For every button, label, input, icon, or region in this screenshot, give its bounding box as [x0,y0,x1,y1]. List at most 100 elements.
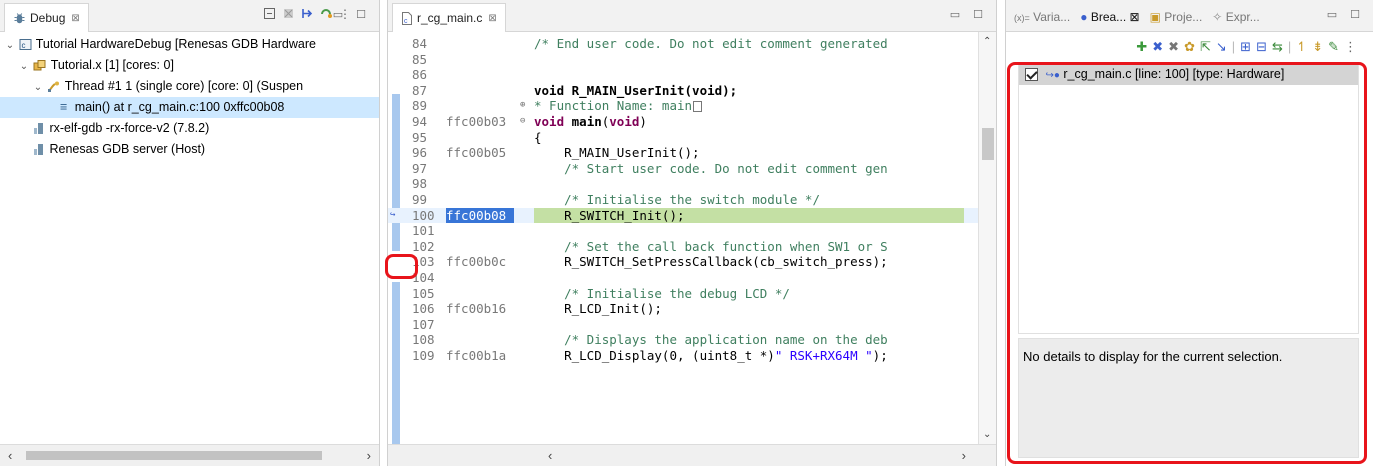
breakpoint-label: r_cg_main.c [line: 100] [type: Hardware] [1063,67,1285,81]
line-number: 99 [412,192,428,207]
variables-icon: (x)= [1014,13,1030,23]
code-line[interactable]: ⊕ 89 * Function Name: main [388,98,996,114]
remove-breakpoint-icon[interactable]: ✖ [1152,39,1163,55]
code-line[interactable]: 97 /* Start user code. Do not edit comme… [388,161,996,177]
line-number: 89 [412,98,428,114]
toolbar-separator: | [1287,39,1292,54]
code-line[interactable]: 107 [388,317,996,333]
horizontal-scrollbar[interactable]: ‹ › [388,444,996,466]
breakpoints-toolbar: ✚ ✖ ✖ ✿ ⇱ ↘ | ⊞ ⊟ ⇆ | ↿ ⇟ ✎ ⋮ [1136,39,1357,55]
vertical-scrollbar[interactable]: ⌃ ⌄ [978,32,996,444]
line-number: 106 [412,301,435,317]
window-controls[interactable]: ▭ ☐ [1327,8,1365,21]
tab-label: Brea... [1090,10,1127,24]
line-number: 103 [412,254,435,270]
tab-label: Varia... [1033,10,1071,24]
tree-item-label: rx-elf-gdb -rx-force-v2 (7.8.2) [49,121,210,135]
code-line[interactable]: 101 [388,223,996,239]
tree-item-process[interactable]: ⌄ Tutorial.x [1] [cores: 0] [0,55,379,76]
svg-text:c: c [22,41,26,50]
code-line[interactable]: 99 /* Initialise the switch module */ [388,192,996,208]
instruction-pointer-icon[interactable]: ↪ [390,208,395,224]
tree-item-launch[interactable]: ⌄ c Tutorial HardwareDebug [Renesas GDB … [0,34,379,55]
expressions-icon: ✧ [1212,10,1223,24]
tab-project[interactable]: ▣ Proje... [1150,10,1203,24]
code-area[interactable]: 84 /* End user code. Do not edit comment … [388,32,996,444]
scroll-up-icon[interactable]: ⌃ [983,36,991,47]
link-with-view-icon[interactable]: ⇆ [1272,39,1283,55]
line-number: 109 [412,348,435,363]
tab-r-cg-main[interactable]: c r_cg_main.c ⊠ [392,3,506,32]
tab-variables[interactable]: (x)= Varia... [1014,10,1070,24]
chevron-down-icon[interactable]: ⌄ [4,35,16,55]
line-number: 107 [412,316,435,332]
breakpoints-panel: (x)= Varia... ● Brea... ⊠ ▣ Proje... ✧ E… [1005,0,1373,466]
code-line[interactable]: 98 [388,176,996,192]
code-line[interactable]: 106 ffc00b16 R_LCD_Init(); [388,301,996,317]
tree-item-stack-frame[interactable]: ≡ main() at r_cg_main.c:100 0xffc00b08 [0,97,379,118]
goto-file-icon[interactable]: ⇱ [1200,39,1211,55]
code-line[interactable]: 87 void R_MAIN_UserInit(void); [388,83,996,99]
expand-fold-icon[interactable]: ⊕ [520,98,525,114]
line-source: void R_MAIN_UserInit(void); [534,82,738,98]
add-breakpoint-icon[interactable]: ✚ [1136,39,1147,55]
tree-item-label: Thread #1 1 (single core) [core: 0] (Sus… [64,79,304,93]
code-line[interactable]: 105 /* Initialise the debug LCD */ [388,286,996,302]
line-source: void main(void) [534,114,647,129]
code-line[interactable]: 85 [388,52,996,68]
connect-icon[interactable] [320,7,333,20]
tab-breakpoints[interactable]: ● Brea... ⊠ [1080,10,1139,24]
remove-all-icon[interactable]: ✖ [1168,39,1179,55]
remove-terminated-icon[interactable] [282,7,295,20]
scroll-right-icon[interactable]: › [962,448,966,463]
scroll-left-icon[interactable]: ‹ [548,448,552,463]
window-controls[interactable]: ▭ ☐ [950,8,988,21]
close-icon[interactable]: ⊠ [71,5,79,32]
code-line[interactable]: 103 ffc00b0c R_SWITCH_SetPressCallback(cb… [388,254,996,270]
chevron-down-icon[interactable]: ⌄ [18,56,30,76]
close-icon[interactable]: ⊠ [488,5,496,32]
add-function-breakpoint-icon[interactable]: ✎ [1328,39,1339,55]
show-supported-icon[interactable]: ✿ [1184,39,1195,55]
hardware-breakpoint-icon: ↪● [1045,70,1060,81]
collapse-all-icon[interactable]: ⊟ [1256,39,1267,55]
horizontal-scrollbar[interactable]: ‹ › [0,444,379,466]
code-line[interactable]: 108 /* Displays the application name on … [388,332,996,348]
tree-item-label: main() at r_cg_main.c:100 0xffc00b08 [74,100,285,114]
step-filters-icon[interactable] [301,7,314,20]
scroll-down-icon[interactable]: ⌄ [983,429,991,440]
bug-icon [14,12,25,23]
add-watchpoint-icon[interactable]: ⇟ [1312,39,1323,55]
breakpoints-list[interactable]: ↪● r_cg_main.c [line: 100] [type: Hardwa… [1018,62,1359,334]
view-menu-icon[interactable]: ⋮ [1344,39,1357,55]
code-line[interactable]: 96 ffc00b05 R_MAIN_UserInit(); [388,145,996,161]
tree-item-thread[interactable]: ⌄ Thread #1 1 (single core) [core: 0] (S… [0,76,379,97]
code-line[interactable]: 86 [388,67,996,83]
code-line[interactable]: ⊖ 94 ffc00b03 void main(void) [388,114,996,130]
code-line[interactable]: 109 ffc00b1a R_LCD_Display(0, (uint8_t *)… [388,348,996,364]
code-line[interactable]: 95 { [388,130,996,146]
window-controls[interactable]: ▭ ☐ [333,8,371,21]
code-line[interactable]: 84 /* End user code. Do not edit comment … [388,36,996,52]
breakpoint-row[interactable]: ↪● r_cg_main.c [line: 100] [type: Hardwa… [1019,63,1358,85]
scroll-left-icon[interactable]: ‹ [8,448,12,463]
tree-item-server[interactable]: Renesas GDB server (Host) [0,139,379,160]
collapse-all-icon[interactable] [263,7,276,20]
close-icon[interactable]: ⊠ [1130,10,1140,24]
add-event-breakpoint-icon[interactable]: ↿ [1296,39,1307,55]
code-line[interactable]: 104 [388,270,996,286]
expand-all-icon[interactable]: ⊞ [1240,39,1251,55]
tree-item-gdb[interactable]: rx-elf-gdb -rx-force-v2 (7.8.2) [0,118,379,139]
line-number: 105 [412,285,435,301]
code-line[interactable]: 102 /* Set the call back function when S… [388,239,996,255]
scroll-right-icon[interactable]: › [367,448,371,463]
line-address: ffc00b16 [446,301,507,317]
tab-expressions[interactable]: ✧ Expr... [1212,10,1259,24]
tab-debug[interactable]: Debug ⊠ [4,3,89,32]
chevron-down-icon[interactable]: ⌄ [32,77,44,97]
current-code-line[interactable]: ↪ 100 ffc00b08 R_SWITCH_Init(); [388,207,996,224]
skip-all-icon[interactable]: ↘ [1216,39,1227,55]
scrollbar-thumb[interactable] [982,128,994,160]
breakpoint-checkbox[interactable] [1025,68,1038,82]
scrollbar-thumb[interactable] [26,451,322,460]
